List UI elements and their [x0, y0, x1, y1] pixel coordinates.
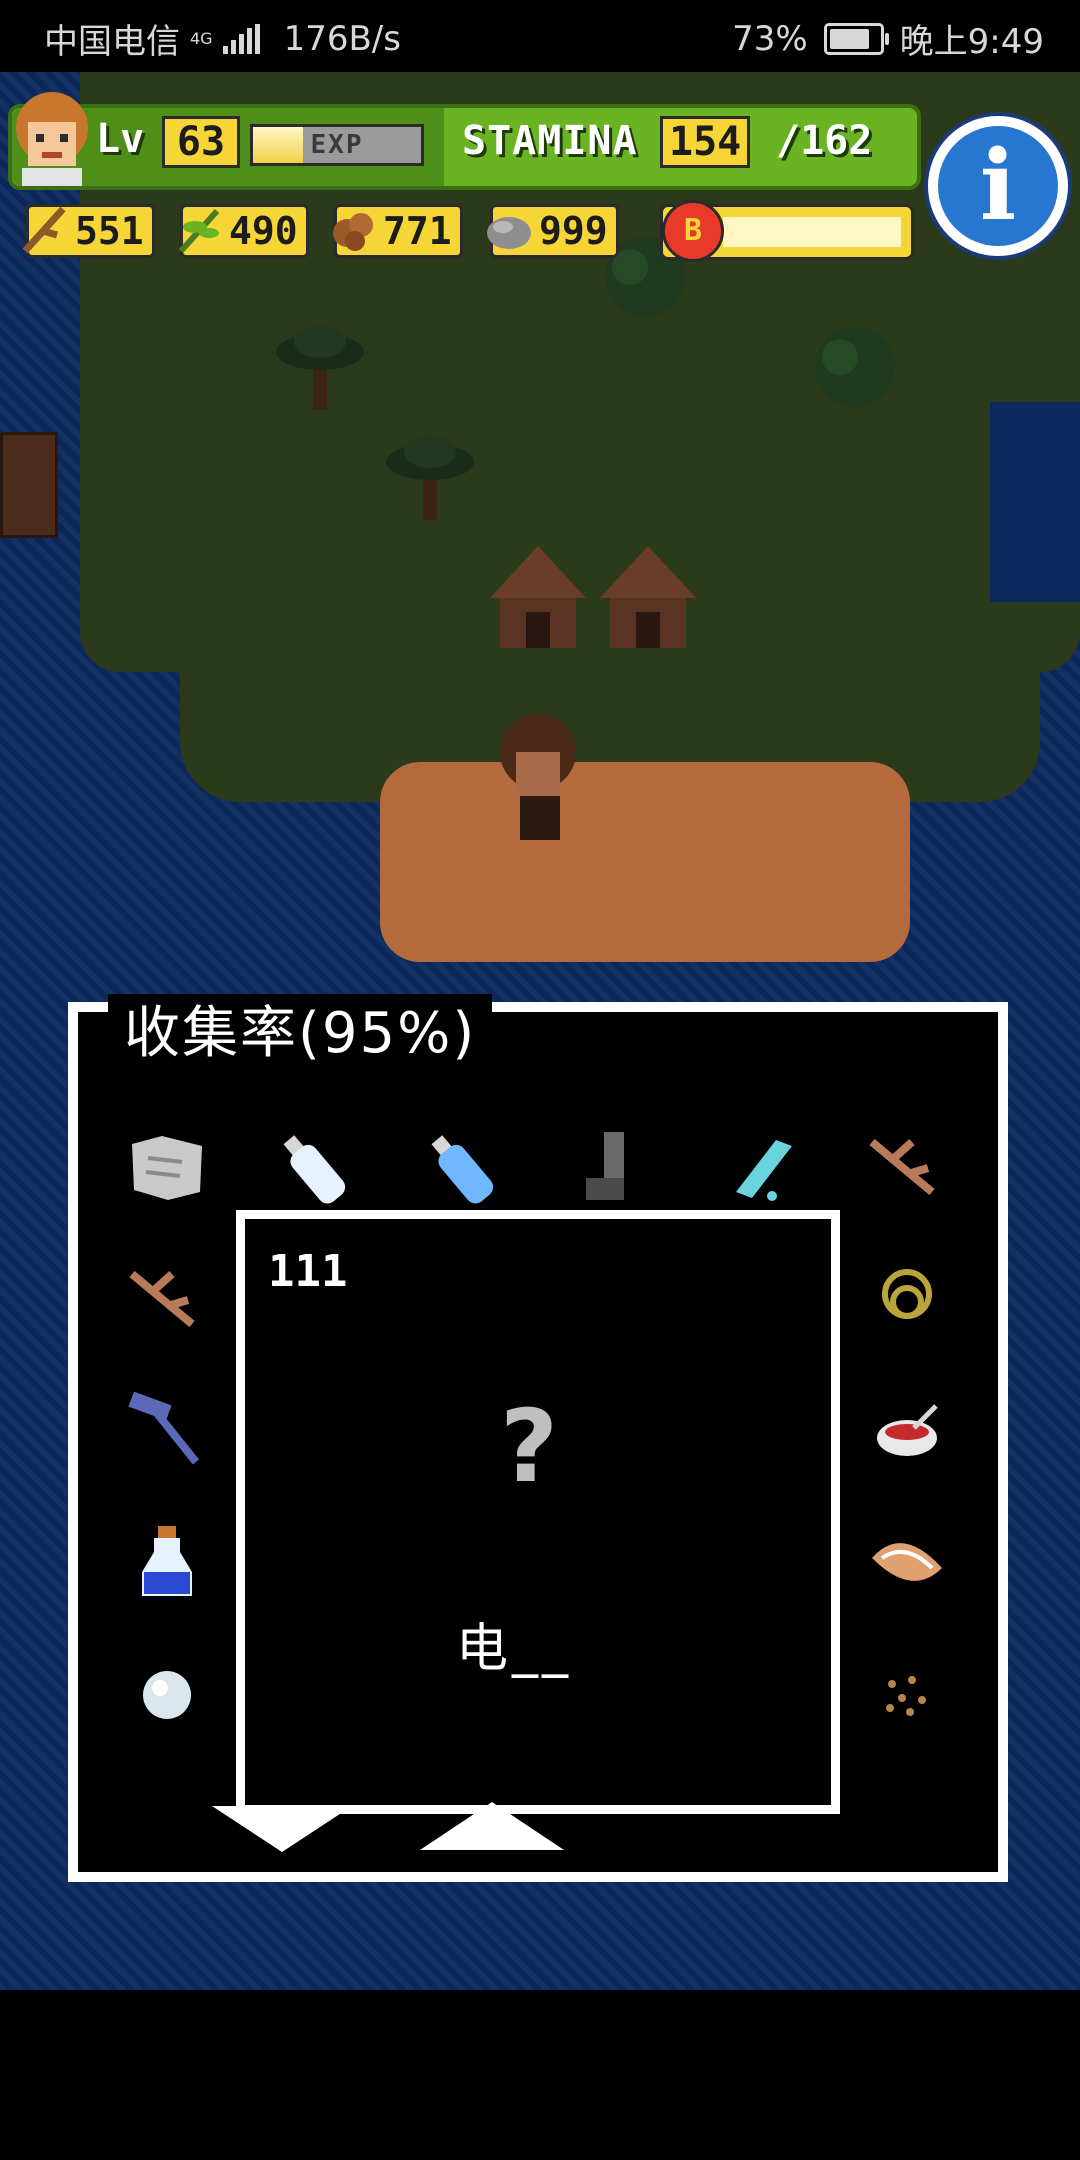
player-character — [500, 714, 576, 840]
stamina-label: STAMINA — [462, 118, 638, 164]
item-branch-icon[interactable] — [862, 1122, 952, 1212]
stone-icon — [487, 217, 531, 249]
exp-label: EXP — [310, 130, 364, 160]
log-dock — [0, 432, 58, 538]
resource-value: 490 — [229, 209, 298, 253]
avatar[interactable] — [8, 88, 96, 188]
item-boot-icon[interactable] — [566, 1122, 656, 1212]
item-seeds-icon[interactable] — [862, 1650, 952, 1740]
item-potion-icon[interactable] — [122, 1518, 212, 1608]
resource-value: 771 — [383, 209, 452, 253]
item-detail-popup[interactable] — [236, 1210, 840, 1814]
item-pearl-icon[interactable] — [122, 1650, 212, 1740]
resource-value: 551 — [75, 209, 144, 253]
carrier-label: 中国电信 — [44, 22, 180, 62]
item-map-icon[interactable] — [122, 1122, 212, 1212]
item-crystal-icon[interactable] — [716, 1122, 806, 1212]
stamina-value: 154 — [660, 116, 751, 168]
bonus-coin-icon: B — [662, 200, 724, 262]
hut-icon — [490, 546, 586, 648]
collection-title: 收集率(95%) — [108, 994, 493, 1068]
beach — [380, 762, 910, 962]
network-speed: 176B/s — [283, 18, 401, 59]
item-hammer-icon[interactable] — [122, 1386, 212, 1476]
page-down-arrow-icon[interactable] — [212, 1806, 352, 1852]
branch-icon — [22, 206, 66, 254]
info-button[interactable]: i — [924, 112, 1072, 260]
unknown-item-symbol: ? — [500, 1388, 559, 1505]
resource-branch: 551 — [22, 204, 155, 258]
hut-icon — [600, 546, 696, 648]
level-value: 63 — [162, 116, 240, 168]
bush-icon — [815, 327, 895, 407]
network-type: 4G — [190, 28, 213, 48]
battery-percent: 73% — [732, 18, 808, 59]
resource-stone: 999 — [487, 204, 619, 258]
clock: 晚上9:49 — [899, 22, 1044, 62]
item-shell-icon[interactable] — [862, 1518, 952, 1608]
resource-leaf: 490 — [178, 204, 309, 258]
level-label: Lv — [96, 116, 145, 162]
item-number: 111 — [268, 1246, 348, 1297]
palm-tree-icon — [276, 326, 364, 410]
battery-icon — [823, 22, 889, 55]
info-icon: i — [938, 126, 1058, 246]
item-bottle-icon[interactable] — [272, 1122, 362, 1212]
resource-value: 999 — [539, 209, 608, 253]
resource-nut: 771 — [333, 204, 463, 258]
leaf-icon — [178, 208, 220, 254]
status-bar: 中国电信 4G 176B/s 73% 晚上9:49 — [0, 0, 1080, 72]
stamina-max: /162 — [776, 118, 873, 164]
nut-icon — [333, 213, 373, 251]
palm-tree-icon — [386, 436, 474, 520]
signal-icon — [222, 23, 260, 54]
lake — [990, 402, 1080, 602]
item-branch-icon[interactable] — [122, 1254, 212, 1344]
item-rope-icon[interactable] — [862, 1254, 952, 1344]
navigation-bar — [0, 1990, 1080, 2160]
item-water-bottle-icon[interactable] — [420, 1122, 510, 1212]
item-bowl-icon[interactable] — [862, 1386, 952, 1476]
page-up-arrow-icon[interactable] — [420, 1802, 564, 1850]
exp-bar: EXP — [250, 124, 424, 166]
item-name-hint: 电__ — [456, 1619, 573, 1679]
